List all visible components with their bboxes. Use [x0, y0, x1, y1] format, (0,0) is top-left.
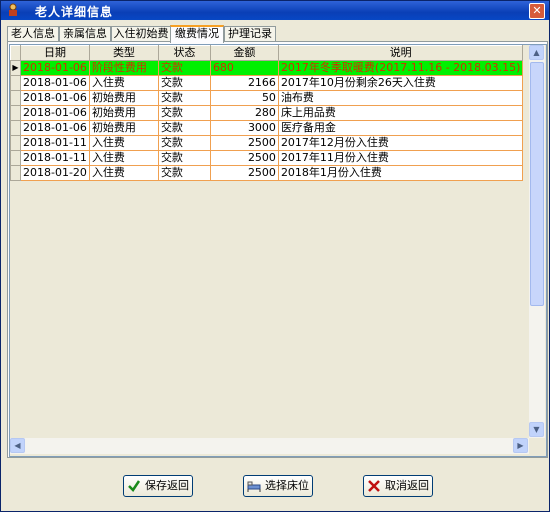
- cell-note[interactable]: 2017年11月份入住费: [277, 150, 524, 166]
- cross-icon: [368, 480, 380, 492]
- cell-amount[interactable]: 2500: [209, 150, 279, 166]
- row-indicator-icon: ▶: [10, 60, 21, 76]
- payments-grid[interactable]: 日期 类型 状态 金额 说明 ▶ 2018-01-06 阶段性费用 交款 680…: [9, 44, 547, 457]
- cell-status[interactable]: 交款: [157, 135, 211, 151]
- cell-date[interactable]: 2018-01-11: [20, 150, 90, 166]
- tab-care-records[interactable]: 护理记录: [224, 26, 276, 41]
- cancel-return-label: 取消返回: [385, 479, 429, 492]
- tab-initial-fees[interactable]: 入住初始费: [111, 26, 171, 41]
- cell-note[interactable]: 2017年冬季取暖费(2017.11.16 - 2018.03.15): [277, 60, 524, 76]
- cell-amount[interactable]: 3000: [209, 120, 279, 136]
- cell-date[interactable]: 2018-01-06: [20, 60, 90, 76]
- column-header-amount[interactable]: 金额: [209, 45, 279, 61]
- cell-note[interactable]: 床上用品费: [277, 105, 524, 121]
- header-indicator: [10, 45, 21, 61]
- cancel-return-button[interactable]: 取消返回: [363, 475, 433, 497]
- row-indicator: [10, 90, 21, 106]
- close-button[interactable]: ✕: [529, 3, 545, 19]
- cell-amount[interactable]: 680: [209, 60, 279, 76]
- table-row[interactable]: 2018-01-11 入住费 交款 2500 2017年11月份入住费: [10, 150, 524, 166]
- cell-amount[interactable]: 50: [209, 90, 279, 106]
- cell-amount[interactable]: 2166: [209, 75, 279, 91]
- cell-type[interactable]: 初始费用: [88, 120, 159, 136]
- row-indicator: [10, 150, 21, 166]
- window-title: 老人详细信息: [35, 5, 114, 19]
- table-row[interactable]: 2018-01-06 初始费用 交款 280 床上用品费: [10, 105, 524, 121]
- scrollbar-corner: [529, 438, 545, 454]
- row-indicator: [10, 75, 21, 91]
- checkmark-icon: [128, 480, 141, 492]
- cell-type[interactable]: 入住费: [88, 150, 159, 166]
- cell-date[interactable]: 2018-01-06: [20, 105, 90, 121]
- table-row[interactable]: 2018-01-06 初始费用 交款 50 油布费: [10, 90, 524, 106]
- cell-status[interactable]: 交款: [157, 90, 211, 106]
- cell-type[interactable]: 阶段性费用: [88, 60, 159, 76]
- payments-table: 日期 类型 状态 金额 说明 ▶ 2018-01-06 阶段性费用 交款 680…: [10, 45, 524, 181]
- column-header-status[interactable]: 状态: [157, 45, 211, 61]
- header-row: 日期 类型 状态 金额 说明: [10, 45, 524, 61]
- scroll-down-icon[interactable]: ▼: [529, 422, 544, 437]
- cell-date[interactable]: 2018-01-11: [20, 135, 90, 151]
- cell-status[interactable]: 交款: [157, 75, 211, 91]
- cell-type[interactable]: 入住费: [88, 75, 159, 91]
- cell-type[interactable]: 初始费用: [88, 105, 159, 121]
- tab-elder-info[interactable]: 老人信息: [7, 26, 59, 41]
- scroll-up-icon[interactable]: ▲: [529, 45, 544, 60]
- column-header-date[interactable]: 日期: [20, 45, 90, 61]
- cell-date[interactable]: 2018-01-06: [20, 75, 90, 91]
- tab-relatives-info[interactable]: 亲属信息: [59, 26, 111, 41]
- cell-note[interactable]: 油布费: [277, 90, 524, 106]
- cell-status[interactable]: 交款: [157, 150, 211, 166]
- bed-icon: [247, 481, 261, 492]
- tab-payments[interactable]: 缴费情况: [170, 25, 224, 43]
- scroll-right-icon[interactable]: ▶: [513, 438, 528, 453]
- cell-note[interactable]: 2017年10月份剩余26天入住费: [277, 75, 524, 91]
- column-header-note[interactable]: 说明: [277, 45, 524, 61]
- cell-amount[interactable]: 2500: [209, 165, 279, 181]
- column-header-type[interactable]: 类型: [88, 45, 159, 61]
- row-indicator: [10, 165, 21, 181]
- table-row[interactable]: 2018-01-11 入住费 交款 2500 2017年12月份入住费: [10, 135, 524, 151]
- cell-status[interactable]: 交款: [157, 105, 211, 121]
- cell-date[interactable]: 2018-01-20: [20, 165, 90, 181]
- row-indicator: [10, 105, 21, 121]
- cell-type[interactable]: 入住费: [88, 165, 159, 181]
- cell-date[interactable]: 2018-01-06: [20, 90, 90, 106]
- tab-panel: 日期 类型 状态 金额 说明 ▶ 2018-01-06 阶段性费用 交款 680…: [7, 41, 548, 458]
- cell-note[interactable]: 医疗备用金: [277, 120, 524, 136]
- horizontal-scrollbar[interactable]: ◀ ▶: [10, 438, 529, 454]
- row-indicator: [10, 135, 21, 151]
- select-bed-label: 选择床位: [265, 479, 309, 492]
- window: 老人详细信息 ✕ 老人信息 亲属信息 入住初始费 缴费情况 护理记录 日期 类型…: [0, 0, 550, 512]
- cell-amount[interactable]: 280: [209, 105, 279, 121]
- cell-status[interactable]: 交款: [157, 165, 211, 181]
- save-return-button[interactable]: 保存返回: [123, 475, 193, 497]
- select-bed-button[interactable]: 选择床位: [243, 475, 313, 497]
- app-icon: [9, 3, 17, 16]
- grid-body: 日期 类型 状态 金额 说明 ▶ 2018-01-06 阶段性费用 交款 680…: [10, 45, 529, 438]
- table-row[interactable]: 2018-01-06 入住费 交款 2166 2017年10月份剩余26天入住费: [10, 75, 524, 91]
- scroll-left-icon[interactable]: ◀: [10, 438, 25, 453]
- cell-date[interactable]: 2018-01-06: [20, 120, 90, 136]
- cell-amount[interactable]: 2500: [209, 135, 279, 151]
- table-row[interactable]: 2018-01-20 入住费 交款 2500 2018年1月份入住费: [10, 165, 524, 181]
- cell-note[interactable]: 2018年1月份入住费: [277, 165, 524, 181]
- vertical-scroll-thumb[interactable]: [530, 62, 544, 306]
- cell-type[interactable]: 入住费: [88, 135, 159, 151]
- cell-status[interactable]: 交款: [157, 120, 211, 136]
- table-row[interactable]: 2018-01-06 初始费用 交款 3000 医疗备用金: [10, 120, 524, 136]
- cell-note[interactable]: 2017年12月份入住费: [277, 135, 524, 151]
- row-indicator: [10, 120, 21, 136]
- save-return-label: 保存返回: [145, 479, 189, 492]
- title-bar: 老人详细信息 ✕: [1, 1, 549, 20]
- table-row[interactable]: ▶ 2018-01-06 阶段性费用 交款 680 2017年冬季取暖费(201…: [10, 60, 524, 76]
- cell-status[interactable]: 交款: [157, 60, 211, 76]
- cell-type[interactable]: 初始费用: [88, 90, 159, 106]
- vertical-scrollbar[interactable]: ▲ ▼: [529, 45, 545, 438]
